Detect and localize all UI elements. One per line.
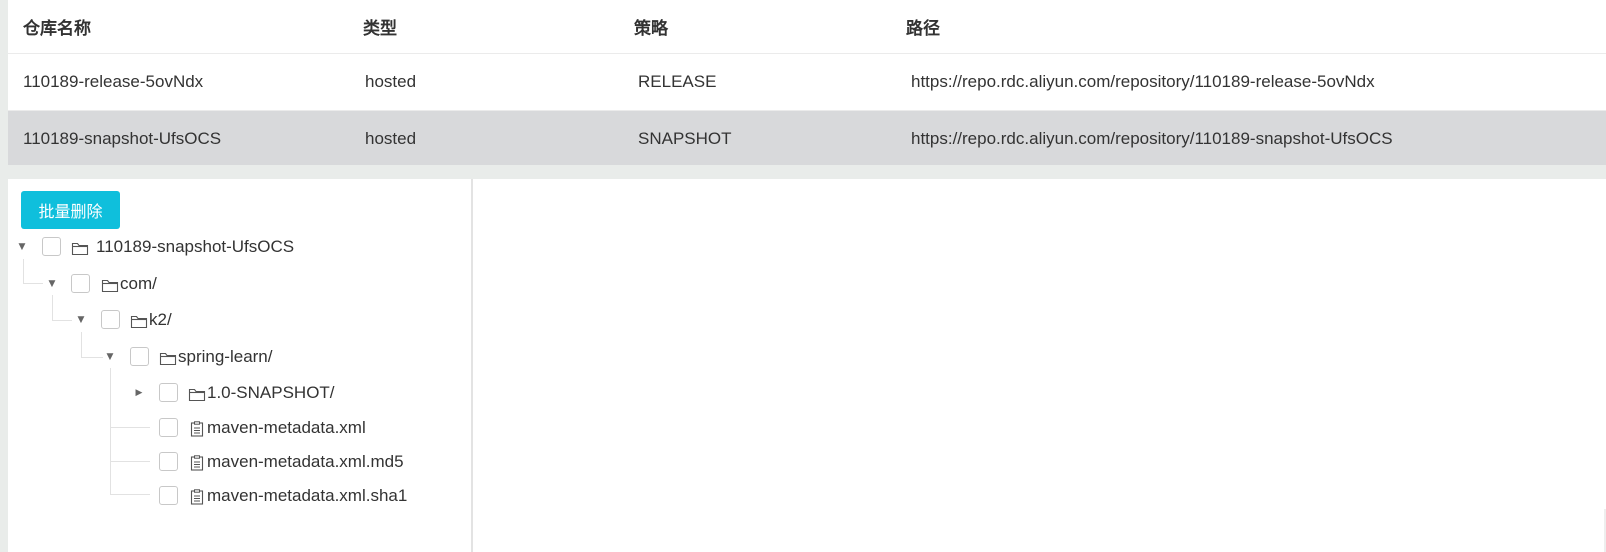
expand-toggle-icon[interactable]: ▼: [75, 314, 87, 326]
folder-icon: [130, 315, 148, 329]
file-detail-panel: [473, 179, 1606, 552]
tree-node-label[interactable]: maven-metadata.xml.sha1: [207, 486, 407, 506]
tree-node-root: ▼ 110189-snapshot-UfsOCS: [8, 237, 468, 265]
file-icon: [190, 489, 204, 505]
tree-node-label[interactable]: maven-metadata.xml.md5: [207, 452, 404, 472]
repo-name-cell: 110189-snapshot-UfsOCS: [23, 129, 222, 148]
tree-node-label[interactable]: spring-learn/: [178, 347, 273, 367]
repo-policy-cell: SNAPSHOT: [638, 129, 732, 148]
tree-node-file: maven-metadata.xml: [8, 418, 468, 446]
tree-checkbox[interactable]: [159, 418, 178, 437]
repo-policy-cell: RELEASE: [638, 72, 717, 91]
expand-toggle-icon[interactable]: ▼: [104, 351, 116, 363]
folder-icon: [101, 279, 119, 293]
repo-type-cell: hosted: [365, 129, 417, 148]
tree-node-com: ▼ com/: [8, 274, 468, 302]
tree-node-file: maven-metadata.xml.sha1: [8, 486, 468, 514]
tree-node-label[interactable]: 1.0-SNAPSHOT/: [207, 383, 335, 403]
tree-checkbox[interactable]: [42, 237, 61, 256]
tree-checkbox[interactable]: [130, 347, 149, 366]
tree-node-spring-learn: ▼ spring-learn/: [8, 347, 468, 375]
expand-toggle-icon[interactable]: ▼: [46, 278, 58, 290]
tree-node-label[interactable]: k2/: [149, 310, 172, 330]
repository-page: 仓库名称 类型 策略 路径 110189-release-5ovNdx host…: [0, 0, 1606, 552]
file-tree-panel: 批量删除 ▼ 110189-snapshot-UfsOCS ▼ com/ ▼ k…: [8, 179, 473, 552]
folder-icon: [159, 352, 177, 366]
expand-toggle-icon[interactable]: ▶: [133, 387, 145, 399]
tree-checkbox[interactable]: [101, 310, 120, 329]
table-row[interactable]: 110189-release-5ovNdx hosted RELEASE htt…: [8, 54, 1606, 111]
header-name[interactable]: 仓库名称: [23, 14, 91, 39]
repo-name-cell: 110189-release-5ovNdx: [23, 72, 204, 91]
batch-delete-button[interactable]: 批量删除: [21, 191, 120, 229]
tree-node-label[interactable]: 110189-snapshot-UfsOCS: [96, 237, 294, 257]
repo-type-cell: hosted: [365, 72, 417, 91]
repo-path-cell: https://repo.rdc.aliyun.com/repository/1…: [911, 72, 1375, 91]
repository-table: 仓库名称 类型 策略 路径 110189-release-5ovNdx host…: [8, 0, 1606, 167]
tree-node-file: maven-metadata.xml.md5: [8, 452, 468, 480]
file-icon: [190, 421, 204, 437]
tree-node-k2: ▼ k2/: [8, 310, 468, 338]
header-type[interactable]: 类型: [363, 14, 397, 39]
tree-checkbox[interactable]: [159, 452, 178, 471]
tree-node-snapshot-dir: ▶ 1.0-SNAPSHOT/: [8, 383, 468, 411]
folder-icon: [71, 242, 89, 256]
table-header: 仓库名称 类型 策略 路径: [8, 0, 1606, 54]
tree-node-label[interactable]: maven-metadata.xml: [207, 418, 366, 438]
expand-toggle-icon[interactable]: ▼: [16, 241, 28, 253]
tree-checkbox[interactable]: [159, 486, 178, 505]
tree-checkbox[interactable]: [71, 274, 90, 293]
header-path[interactable]: 路径: [906, 14, 940, 39]
folder-icon: [188, 388, 206, 402]
file-icon: [190, 455, 204, 471]
tree-node-label[interactable]: com/: [120, 274, 157, 294]
repo-path-cell: https://repo.rdc.aliyun.com/repository/1…: [911, 129, 1393, 148]
left-gutter: [0, 0, 8, 552]
header-policy[interactable]: 策略: [634, 14, 668, 39]
section-separator: [8, 165, 1606, 179]
table-row-selected[interactable]: 110189-snapshot-UfsOCS hosted SNAPSHOT h…: [8, 111, 1606, 167]
tree-checkbox[interactable]: [159, 383, 178, 402]
